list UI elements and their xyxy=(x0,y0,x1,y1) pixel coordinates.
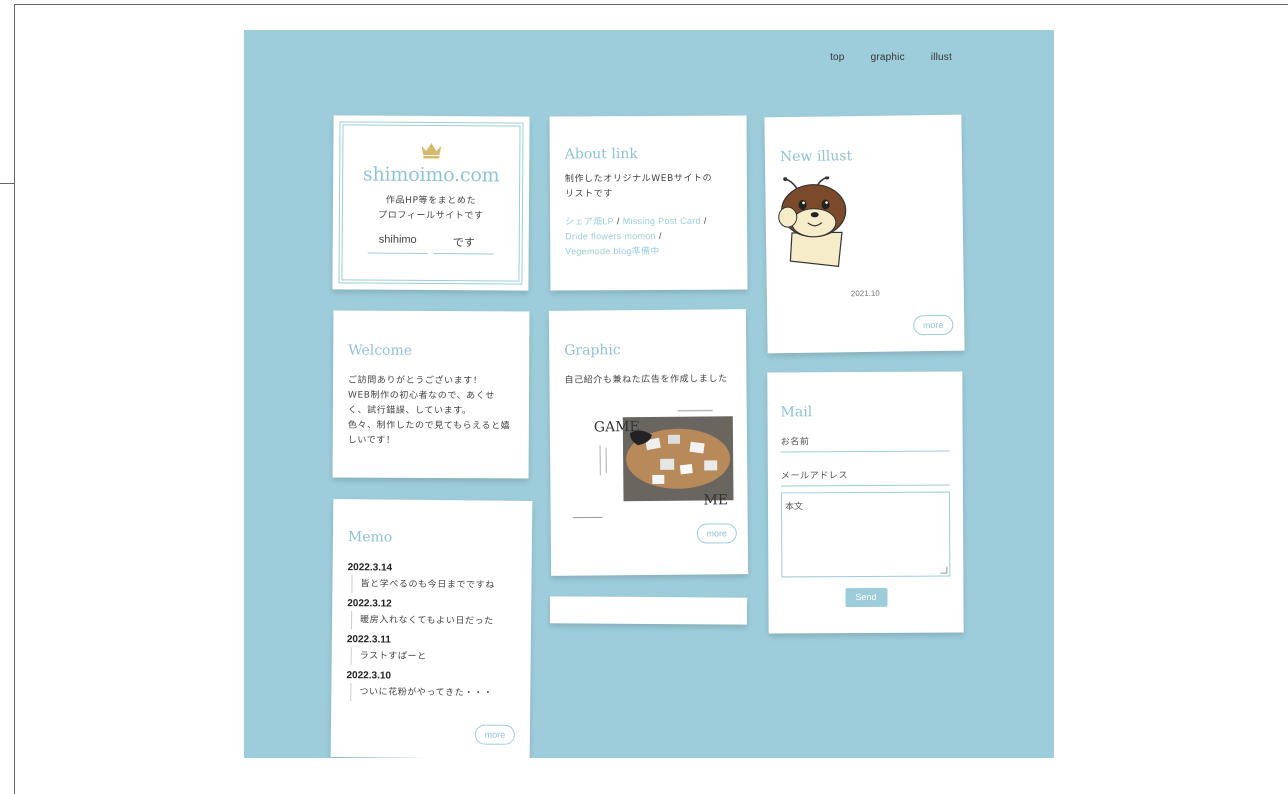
illust-more-button[interactable]: more xyxy=(913,314,954,336)
resize-grip-icon[interactable] xyxy=(940,566,948,574)
graphic-description: 自己紹介も兼ねた広告を作成しました xyxy=(564,374,728,386)
link-share-hatake[interactable]: シェア畑LP xyxy=(565,216,614,226)
profile-description: 作品HP等をまとめた プロフィールサイトです xyxy=(343,193,519,224)
frame-tick xyxy=(0,183,14,184)
graphic-more-button[interactable]: more xyxy=(696,523,737,544)
send-button[interactable]: Send xyxy=(844,587,888,608)
crown-icon xyxy=(421,143,442,159)
graphic-title: Graphic xyxy=(564,342,621,359)
profile-name-row: shihimo です xyxy=(343,233,519,255)
link-separator: / xyxy=(658,230,662,241)
top-nav: top graphic illust xyxy=(830,52,952,63)
welcome-line: く、試行錯誤、しています。 xyxy=(347,405,472,417)
profile-desc-line-2: プロフィールサイトです xyxy=(378,210,484,222)
memo-text: ラストすぱーと xyxy=(350,647,516,667)
illust-date: 2021.10 xyxy=(850,288,880,299)
memo-text: 暖房入れなくてもよい日だった xyxy=(350,611,517,631)
welcome-text: ご訪問ありがとうございます！ WEB制作の初心者なので、あくせ く、試行錯誤、し… xyxy=(348,374,514,450)
memo-more-button[interactable]: more xyxy=(474,724,516,745)
profile-desc-line-1: 作品HP等をまとめた xyxy=(385,195,477,207)
new-illust-card: New illust 2021.10 more xyxy=(764,114,965,354)
nav-graphic-link[interactable]: graphic xyxy=(871,52,905,63)
memo-card: Memo 2022.3.14 皆と学べるのも今日までですね 2022.3.12 … xyxy=(330,498,533,758)
nav-illust-link[interactable]: illust xyxy=(931,52,952,63)
welcome-line: WEB制作の初心者なので、あくせ xyxy=(347,390,496,402)
memo-list: 2022.3.14 皆と学べるのも今日までですね 2022.3.12 暖房入れな… xyxy=(346,561,517,703)
name-field[interactable]: お名前 xyxy=(780,433,950,453)
mail-title: Mail xyxy=(780,404,813,421)
memo-text: 皆と学べるのも今日までですね xyxy=(351,575,517,595)
link-missing-post-card[interactable]: Missing Post Card xyxy=(623,216,701,226)
mail-card: Mail お名前 メールアドレス 本文 Send xyxy=(767,371,964,634)
about-desc-line-2: リストです xyxy=(564,189,613,200)
blank-card xyxy=(549,596,748,625)
frame-left-border xyxy=(14,4,15,794)
poster-word-me: ME xyxy=(703,492,728,508)
memo-text: ついに花粉がやってきた・・・ xyxy=(350,683,516,703)
frame-top-border xyxy=(14,4,1288,5)
link-separator: / xyxy=(616,216,620,227)
welcome-line: しいです！ xyxy=(347,435,396,446)
site-title: shimoimo.com xyxy=(362,163,500,187)
about-description: 制作したオリジナルWEBサイトの リストです xyxy=(565,172,732,203)
graphic-poster-image[interactable]: GAME ME xyxy=(567,404,739,526)
poster-word-game: GAME xyxy=(594,419,640,435)
email-field[interactable]: メールアドレス xyxy=(780,467,950,487)
welcome-title: Welcome xyxy=(348,342,413,359)
welcome-card: Welcome ご訪問ありがとうございます！ WEB制作の初心者なので、あくせ … xyxy=(332,310,530,479)
link-dride-flowers[interactable]: Dride flowers momon xyxy=(565,231,656,241)
otter-illustration[interactable] xyxy=(777,176,858,269)
profile-name-suffix: です xyxy=(433,234,494,255)
welcome-line: ご訪問ありがとうございます！ xyxy=(348,375,483,387)
welcome-line: 色々、制作したので見てもらえると嬉 xyxy=(347,420,511,432)
new-illust-title: New illust xyxy=(779,148,853,166)
profile-frame-outer: shimoimo.com 作品HP等をまとめた プロフィールサイトです shih… xyxy=(338,121,524,285)
link-vegemode[interactable]: Vegemode.blog準備中 xyxy=(565,246,659,256)
about-link-card: About link 制作したオリジナルWEBサイトの リストです シェア畑LP… xyxy=(549,115,748,291)
profile-name: shihimo xyxy=(367,233,428,254)
memo-title: Memo xyxy=(347,529,393,546)
about-links: シェア畑LP / Missing Post Card / Dride flowers … xyxy=(565,214,732,260)
graphic-card: Graphic 自己紹介も兼ねた広告を作成しました GAME ME more xyxy=(548,309,749,576)
about-title: About link xyxy=(564,146,638,163)
link-separator: / xyxy=(703,215,707,226)
profile-frame-inner: shimoimo.com 作品HP等をまとめた プロフィールサイトです shih… xyxy=(341,124,521,282)
about-desc-line-1: 制作したオリジナルWEBサイトの xyxy=(564,173,713,185)
message-textarea[interactable]: 本文 xyxy=(780,491,951,578)
nav-top-link[interactable]: top xyxy=(830,52,845,63)
message-placeholder: 本文 xyxy=(784,502,804,513)
site-canvas: top graphic illust shimoimo.com 作品HP等をまと… xyxy=(244,30,1054,758)
profile-card: shimoimo.com 作品HP等をまとめた プロフィールサイトです shih… xyxy=(332,115,530,291)
